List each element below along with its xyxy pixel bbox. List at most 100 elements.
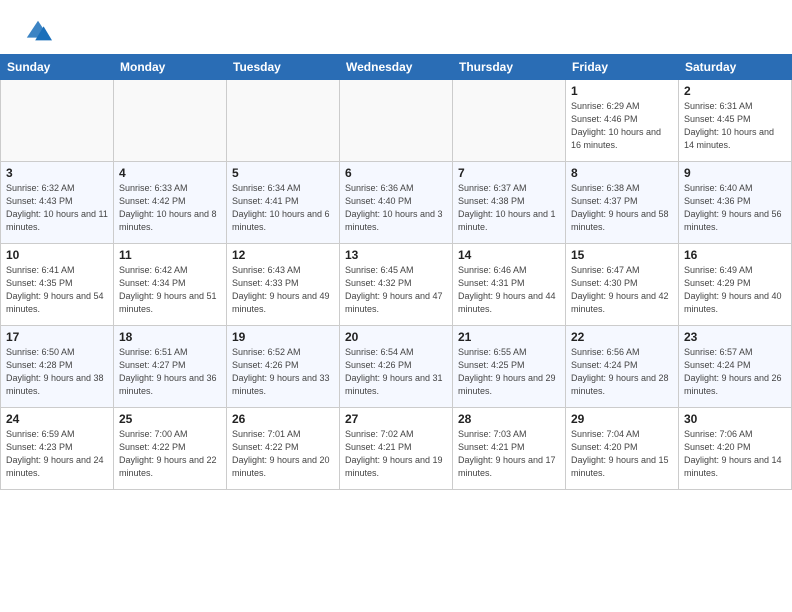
- day-cell-21: 21 Sunrise: 6:55 AMSunset: 4:25 PMDayligh…: [453, 326, 566, 408]
- day-number: 27: [345, 412, 447, 426]
- logo: [24, 18, 56, 46]
- day-number: 17: [6, 330, 108, 344]
- day-cell-17: 17 Sunrise: 6:50 AMSunset: 4:28 PMDayligh…: [1, 326, 114, 408]
- day-info: Sunrise: 7:03 AMSunset: 4:21 PMDaylight:…: [458, 428, 560, 480]
- day-cell-20: 20Sunrise: 6:54 AMSunset: 4:26 PMDayligh…: [340, 326, 453, 408]
- day-number: 7: [458, 166, 560, 180]
- day-cell-11: 11 Sunrise: 6:42 AMSunset: 4:34 PMDayligh…: [114, 244, 227, 326]
- empty-cell: [1, 80, 114, 162]
- day-number: 6: [345, 166, 447, 180]
- day-cell-25: 25 Sunrise: 7:00 AMSunset: 4:22 PMDayligh…: [114, 408, 227, 490]
- day-info: Sunrise: 6:33 AMSunset: 4:42 PMDaylight:…: [119, 182, 221, 234]
- day-number: 10: [6, 248, 108, 262]
- day-info: Sunrise: 6:49 AMSunset: 4:29 PMDaylight:…: [684, 264, 786, 316]
- day-info: Sunrise: 6:56 AMSunset: 4:24 PMDaylight:…: [571, 346, 673, 398]
- day-info: Sunrise: 6:59 AMSunset: 4:23 PMDaylight:…: [6, 428, 108, 480]
- day-cell-9: 9 Sunrise: 6:40 AMSunset: 4:36 PMDaylight…: [679, 162, 792, 244]
- weekday-header-friday: Friday: [566, 55, 679, 80]
- day-number: 11: [119, 248, 221, 262]
- day-info: Sunrise: 7:04 AMSunset: 4:20 PMDaylight:…: [571, 428, 673, 480]
- day-info: Sunrise: 6:47 AMSunset: 4:30 PMDaylight:…: [571, 264, 673, 316]
- day-number: 1: [571, 84, 673, 98]
- day-info: Sunrise: 6:42 AMSunset: 4:34 PMDaylight:…: [119, 264, 221, 316]
- day-cell-12: 12 Sunrise: 6:43 AMSunset: 4:33 PMDayligh…: [227, 244, 340, 326]
- week-row-1: 1 Sunrise: 6:29 AMSunset: 4:46 PMDaylight…: [1, 80, 792, 162]
- day-number: 19: [232, 330, 334, 344]
- day-number: 21: [458, 330, 560, 344]
- day-number: 2: [684, 84, 786, 98]
- day-info: Sunrise: 6:40 AMSunset: 4:36 PMDaylight:…: [684, 182, 786, 234]
- day-cell-13: 13 Sunrise: 6:45 AMSunset: 4:32 PMDayligh…: [340, 244, 453, 326]
- day-info: Sunrise: 7:00 AMSunset: 4:22 PMDaylight:…: [119, 428, 221, 480]
- day-cell-10: 10 Sunrise: 6:41 AMSunset: 4:35 PMDayligh…: [1, 244, 114, 326]
- week-row-5: 24Sunrise: 6:59 AMSunset: 4:23 PMDayligh…: [1, 408, 792, 490]
- day-info: Sunrise: 6:37 AMSunset: 4:38 PMDaylight:…: [458, 182, 560, 234]
- day-info: Sunrise: 7:06 AMSunset: 4:20 PMDaylight:…: [684, 428, 786, 480]
- day-number: 30: [684, 412, 786, 426]
- day-number: 25: [119, 412, 221, 426]
- week-row-4: 17 Sunrise: 6:50 AMSunset: 4:28 PMDayligh…: [1, 326, 792, 408]
- day-number: 3: [6, 166, 108, 180]
- day-number: 29: [571, 412, 673, 426]
- weekday-header-thursday: Thursday: [453, 55, 566, 80]
- day-cell-27: 27 Sunrise: 7:02 AMSunset: 4:21 PMDayligh…: [340, 408, 453, 490]
- empty-cell: [340, 80, 453, 162]
- day-info: Sunrise: 6:41 AMSunset: 4:35 PMDaylight:…: [6, 264, 108, 316]
- day-number: 14: [458, 248, 560, 262]
- day-info: Sunrise: 6:50 AMSunset: 4:28 PMDaylight:…: [6, 346, 108, 398]
- empty-cell: [114, 80, 227, 162]
- day-cell-8: 8Sunrise: 6:38 AMSunset: 4:37 PMDaylight…: [566, 162, 679, 244]
- day-cell-6: 6 Sunrise: 6:36 AMSunset: 4:40 PMDaylight…: [340, 162, 453, 244]
- empty-cell: [227, 80, 340, 162]
- day-number: 12: [232, 248, 334, 262]
- day-info: Sunrise: 6:43 AMSunset: 4:33 PMDaylight:…: [232, 264, 334, 316]
- day-cell-2: 2 Sunrise: 6:31 AMSunset: 4:45 PMDaylight…: [679, 80, 792, 162]
- day-number: 13: [345, 248, 447, 262]
- weekday-header-wednesday: Wednesday: [340, 55, 453, 80]
- day-cell-24: 24Sunrise: 6:59 AMSunset: 4:23 PMDayligh…: [1, 408, 114, 490]
- day-cell-29: 29 Sunrise: 7:04 AMSunset: 4:20 PMDayligh…: [566, 408, 679, 490]
- day-info: Sunrise: 6:32 AMSunset: 4:43 PMDaylight:…: [6, 182, 108, 234]
- page-header: [0, 0, 792, 54]
- day-cell-23: 23 Sunrise: 6:57 AMSunset: 4:24 PMDayligh…: [679, 326, 792, 408]
- day-number: 16: [684, 248, 786, 262]
- day-info: Sunrise: 6:29 AMSunset: 4:46 PMDaylight:…: [571, 100, 673, 152]
- day-info: Sunrise: 6:38 AMSunset: 4:37 PMDaylight:…: [571, 182, 673, 234]
- day-cell-16: 16 Sunrise: 6:49 AMSunset: 4:29 PMDayligh…: [679, 244, 792, 326]
- day-number: 15: [571, 248, 673, 262]
- day-info: Sunrise: 6:31 AMSunset: 4:45 PMDaylight:…: [684, 100, 786, 152]
- day-number: 23: [684, 330, 786, 344]
- day-cell-19: 19Sunrise: 6:52 AMSunset: 4:26 PMDayligh…: [227, 326, 340, 408]
- day-number: 18: [119, 330, 221, 344]
- day-info: Sunrise: 6:51 AMSunset: 4:27 PMDaylight:…: [119, 346, 221, 398]
- day-cell-22: 22 Sunrise: 6:56 AMSunset: 4:24 PMDayligh…: [566, 326, 679, 408]
- day-info: Sunrise: 6:46 AMSunset: 4:31 PMDaylight:…: [458, 264, 560, 316]
- weekday-header-sunday: Sunday: [1, 55, 114, 80]
- day-info: Sunrise: 6:54 AMSunset: 4:26 PMDaylight:…: [345, 346, 447, 398]
- weekday-header-row: SundayMondayTuesdayWednesdayThursdayFrid…: [1, 55, 792, 80]
- day-cell-14: 14 Sunrise: 6:46 AMSunset: 4:31 PMDayligh…: [453, 244, 566, 326]
- empty-cell: [453, 80, 566, 162]
- day-info: Sunrise: 6:57 AMSunset: 4:24 PMDaylight:…: [684, 346, 786, 398]
- day-cell-26: 26Sunrise: 7:01 AMSunset: 4:22 PMDayligh…: [227, 408, 340, 490]
- weekday-header-tuesday: Tuesday: [227, 55, 340, 80]
- day-cell-7: 7 Sunrise: 6:37 AMSunset: 4:38 PMDaylight…: [453, 162, 566, 244]
- calendar: SundayMondayTuesdayWednesdayThursdayFrid…: [0, 54, 792, 490]
- logo-icon: [24, 18, 52, 46]
- day-cell-28: 28 Sunrise: 7:03 AMSunset: 4:21 PMDayligh…: [453, 408, 566, 490]
- day-info: Sunrise: 6:36 AMSunset: 4:40 PMDaylight:…: [345, 182, 447, 234]
- day-info: Sunrise: 7:01 AMSunset: 4:22 PMDaylight:…: [232, 428, 334, 480]
- day-number: 9: [684, 166, 786, 180]
- day-number: 5: [232, 166, 334, 180]
- week-row-3: 10 Sunrise: 6:41 AMSunset: 4:35 PMDayligh…: [1, 244, 792, 326]
- day-info: Sunrise: 7:02 AMSunset: 4:21 PMDaylight:…: [345, 428, 447, 480]
- day-info: Sunrise: 6:34 AMSunset: 4:41 PMDaylight:…: [232, 182, 334, 234]
- day-cell-5: 5 Sunrise: 6:34 AMSunset: 4:41 PMDaylight…: [227, 162, 340, 244]
- week-row-2: 3 Sunrise: 6:32 AMSunset: 4:43 PMDaylight…: [1, 162, 792, 244]
- day-info: Sunrise: 6:45 AMSunset: 4:32 PMDaylight:…: [345, 264, 447, 316]
- day-number: 28: [458, 412, 560, 426]
- day-cell-18: 18 Sunrise: 6:51 AMSunset: 4:27 PMDayligh…: [114, 326, 227, 408]
- day-number: 22: [571, 330, 673, 344]
- day-info: Sunrise: 6:55 AMSunset: 4:25 PMDaylight:…: [458, 346, 560, 398]
- day-cell-15: 15 Sunrise: 6:47 AMSunset: 4:30 PMDayligh…: [566, 244, 679, 326]
